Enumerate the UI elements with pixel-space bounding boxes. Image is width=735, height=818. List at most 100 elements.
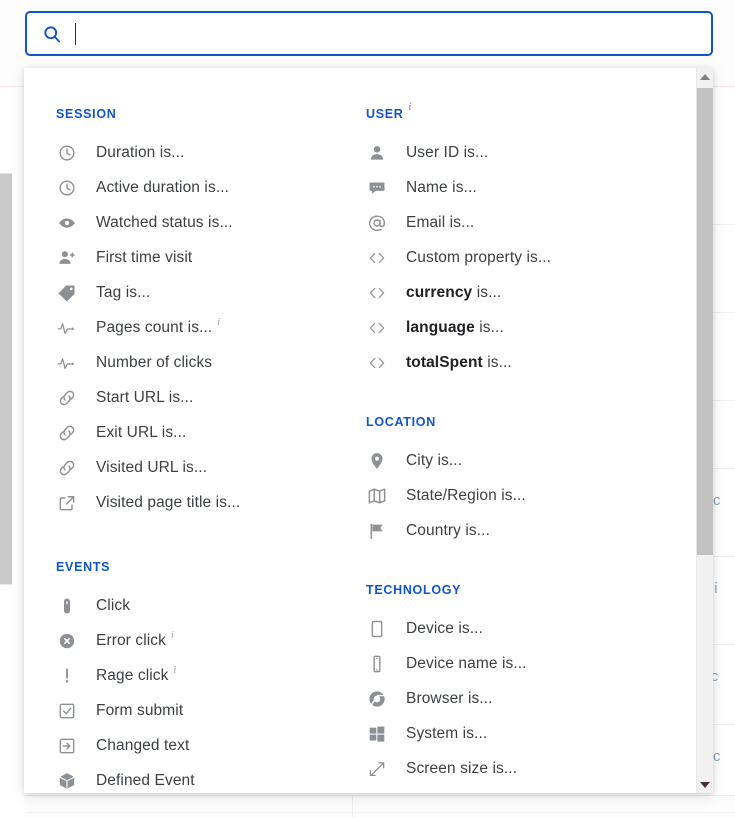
code-icon	[366, 353, 388, 373]
external-link-icon	[56, 493, 78, 513]
scrollbar-thumb[interactable]	[697, 88, 713, 555]
option-user-id-is[interactable]: User ID is...	[366, 135, 696, 170]
link-icon	[56, 458, 78, 478]
error-circle-icon	[56, 631, 78, 651]
option-label: Email is...	[406, 214, 474, 232]
input-arrow-icon	[56, 736, 78, 756]
option-label: Browser is...	[406, 690, 493, 708]
option-label: Active duration is...	[96, 179, 229, 197]
background-bottom-divider	[352, 795, 353, 817]
info-icon[interactable]: i	[409, 102, 412, 113]
exclamation-icon	[56, 666, 78, 686]
option-totalspent[interactable]: totalSpent is...	[366, 345, 696, 380]
dropdown-right-column: USERiUser ID is...Name is...Email is...C…	[352, 68, 696, 793]
option-pages-count-is[interactable]: Pages count is...i	[56, 310, 352, 345]
option-label: City is...	[406, 452, 462, 470]
option-label: User ID is...	[406, 144, 488, 162]
group-title-label: SESSION	[56, 107, 116, 121]
option-changed-text[interactable]: Changed text	[56, 728, 352, 763]
option-defined-event[interactable]: Defined Event	[56, 763, 352, 793]
option-label: Duration is...	[96, 144, 184, 162]
user-add-icon	[56, 248, 78, 268]
option-custom-property-is[interactable]: Custom property is...	[366, 240, 696, 275]
group-title-label: TECHNOLOGY	[366, 583, 461, 597]
option-label: Visited page title is...	[96, 494, 240, 512]
search-icon	[41, 23, 63, 45]
option-watched-status-is[interactable]: Watched status is...	[56, 205, 352, 240]
info-icon[interactable]: i	[174, 665, 177, 676]
option-label: State/Region is...	[406, 487, 526, 505]
info-icon[interactable]: i	[171, 630, 174, 641]
option-label: Defined Event	[96, 772, 195, 790]
option-visited-url-is[interactable]: Visited URL is...	[56, 450, 352, 485]
phone-icon	[366, 654, 388, 674]
option-email-is[interactable]: Email is...	[366, 205, 696, 240]
checkbox-icon	[56, 701, 78, 721]
option-currency[interactable]: currency is...	[366, 275, 696, 310]
group-title-events: EVENTS	[56, 560, 352, 574]
option-label: Form submit	[96, 702, 183, 720]
search-input-wrap	[73, 19, 697, 49]
option-click[interactable]: Click	[56, 588, 352, 623]
background-bottom-rule	[28, 812, 735, 813]
group-title-label: EVENTS	[56, 560, 110, 574]
option-city-is[interactable]: City is...	[366, 443, 696, 478]
option-country-is[interactable]: Country is...	[366, 513, 696, 548]
option-duration-is[interactable]: Duration is...	[56, 135, 352, 170]
option-tag-is[interactable]: Tag is...	[56, 275, 352, 310]
option-form-submit[interactable]: Form submit	[56, 693, 352, 728]
code-icon	[366, 248, 388, 268]
dropdown-scrollbar[interactable]	[696, 68, 713, 793]
search-bar[interactable]	[25, 11, 713, 56]
tablet-icon	[366, 619, 388, 639]
scrollbar-up-button[interactable]	[697, 68, 713, 85]
option-label: language is...	[406, 319, 504, 337]
option-language[interactable]: language is...	[366, 310, 696, 345]
option-first-time-visit[interactable]: First time visit	[56, 240, 352, 275]
clock-icon	[56, 143, 78, 163]
option-state-region-is[interactable]: State/Region is...	[366, 478, 696, 513]
chevron-up-icon	[700, 74, 710, 80]
tag-icon	[56, 283, 78, 303]
option-name-is[interactable]: Name is...	[366, 170, 696, 205]
info-icon[interactable]: i	[217, 317, 220, 328]
option-visited-page-title-is[interactable]: Visited page title is...	[56, 485, 352, 520]
chrome-icon	[366, 689, 388, 709]
mouse-icon	[56, 596, 78, 616]
search-input[interactable]	[73, 19, 697, 49]
pulse-icon	[56, 318, 78, 338]
text-caret	[75, 23, 76, 45]
option-system-is[interactable]: System is...	[366, 716, 696, 751]
option-label: Start URL is...	[96, 389, 193, 407]
dropdown-left-column: SESSION Duration is... Active duration is.…	[24, 68, 352, 793]
windows-icon	[366, 724, 388, 744]
app-screen: 1 c cli clic 7 c SESSIONDuration is...Ac…	[0, 0, 735, 817]
option-error-click[interactable]: Error click i	[56, 623, 352, 658]
link-icon	[56, 388, 78, 408]
option-browser-is[interactable]: Browser is...	[366, 681, 696, 716]
option-active-duration-is[interactable]: Active duration is...	[56, 170, 352, 205]
option-label: Name is...	[406, 179, 477, 197]
option-device-name-is[interactable]: Device name is...	[366, 646, 696, 681]
pulse-icon	[56, 353, 78, 373]
option-rage-click[interactable]: Rage clicki	[56, 658, 352, 693]
option-exit-url-is[interactable]: Exit URL is...	[56, 415, 352, 450]
option-start-url-is[interactable]: Start URL is...	[56, 380, 352, 415]
group-title-user: USERi	[366, 107, 696, 121]
option-device-is[interactable]: Device is...	[366, 611, 696, 646]
option-number-of-clicks[interactable]: Number of clicks	[56, 345, 352, 380]
group-title-technology: TECHNOLOGY	[366, 583, 696, 597]
background-sidebar-scroll[interactable]	[0, 173, 12, 585]
at-icon	[366, 213, 388, 233]
code-icon	[366, 283, 388, 303]
group-title-label: USER	[366, 107, 404, 121]
dropdown-columns: SESSION Duration is... Active duration is.…	[24, 68, 696, 793]
scrollbar-down-button[interactable]	[697, 776, 713, 793]
option-label: Error click	[96, 632, 166, 650]
map-pin-icon	[366, 451, 388, 471]
option-label: Watched status is...	[96, 214, 233, 232]
option-label: Changed text	[96, 737, 189, 755]
option-label: Number of clicks	[96, 354, 212, 372]
group-title-location: LOCATION	[366, 415, 696, 429]
option-screen-size-is[interactable]: Screen size is...	[366, 751, 696, 786]
